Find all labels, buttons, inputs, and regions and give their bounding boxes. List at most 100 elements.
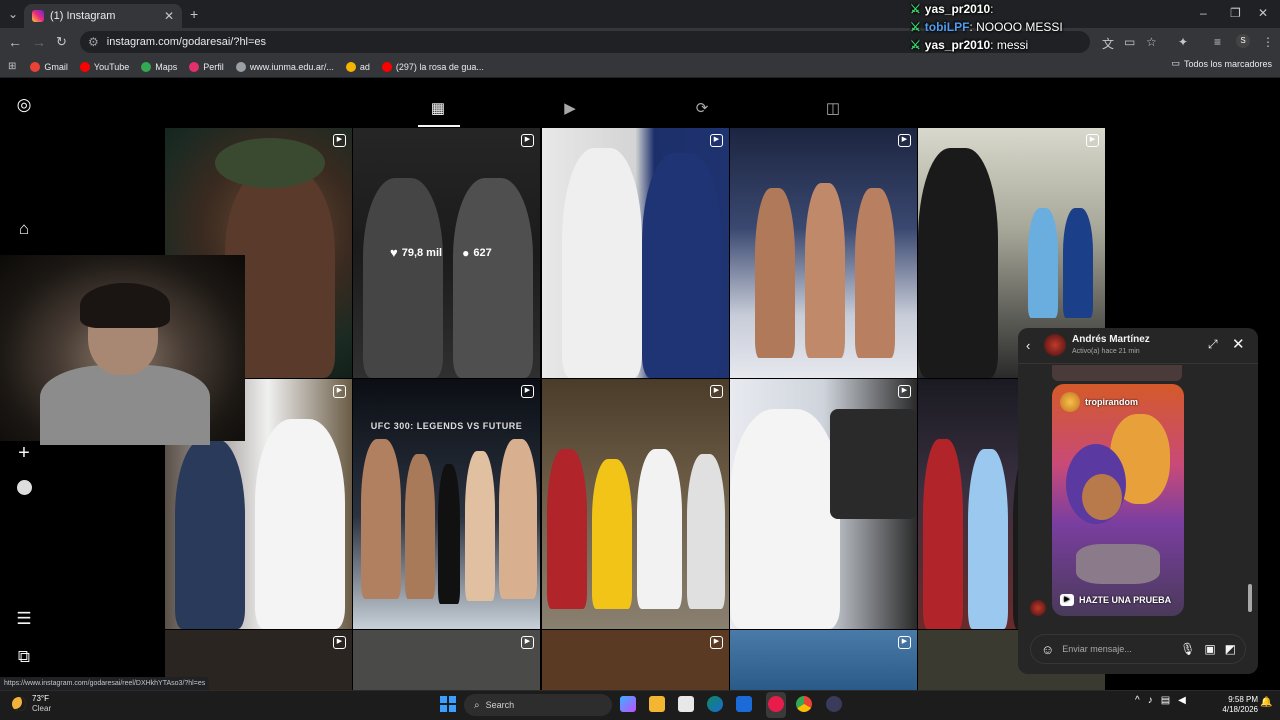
more-menu-icon[interactable]: ☰ — [14, 609, 34, 629]
dm-scrollbar[interactable] — [1246, 370, 1252, 620]
emoji-icon[interactable]: ☺ — [1041, 642, 1054, 657]
new-tab-icon[interactable]: + — [190, 6, 198, 22]
dm-contact-name[interactable]: Andrés Martínez — [1072, 334, 1150, 345]
dm-scrollbar-thumb[interactable] — [1248, 584, 1252, 612]
browser-tab-instagram[interactable]: (1) Instagram ✕ — [24, 4, 182, 28]
all-bookmarks-folder[interactable]: ▭ Todos los marcadores — [1171, 58, 1272, 69]
forward-icon[interactable]: → — [32, 34, 46, 50]
volume-icon[interactable]: ◀ — [1178, 695, 1186, 706]
heart-icon: ♥ — [390, 245, 398, 260]
message-input[interactable]: ☺ Enviar mensaje... 🎙 ▣ ◩ — [1030, 634, 1246, 664]
home-icon[interactable]: ⌂ — [14, 219, 34, 239]
back-chevron-icon[interactable]: ‹ — [1026, 338, 1030, 353]
bookmark-label: Maps — [155, 61, 178, 72]
search-icon: ⌕ — [474, 699, 480, 711]
maps-icon — [141, 61, 152, 72]
bookmarks-bar: ⊞ Gmail YouTube Maps Perfil www.iunma.ed… — [0, 56, 1280, 78]
reload-icon[interactable]: ↻ — [56, 34, 67, 50]
instagram-icon — [189, 61, 200, 72]
bookmark-label: (297) la rosa de gua... — [395, 61, 484, 72]
bookmark-gmail[interactable]: Gmail — [30, 61, 68, 72]
chat-user: yas_pr2010 — [924, 2, 991, 16]
tab-close-icon[interactable]: ✕ — [164, 9, 174, 23]
also-from-meta-icon[interactable]: ⧉ — [14, 647, 34, 667]
previous-message-card[interactable] — [1052, 365, 1182, 381]
bookmark-label: www.iunma.edu.ar/... — [249, 61, 334, 72]
reel-icon: ▶ — [521, 636, 534, 649]
file-explorer-icon[interactable] — [649, 696, 665, 712]
microphone-icon[interactable]: 🎙 — [1180, 642, 1195, 656]
weather-widget[interactable]: 73°F Clear — [12, 694, 51, 714]
grid-post[interactable]: ▶ — [730, 128, 917, 378]
obs-icon[interactable] — [826, 696, 842, 712]
window-close-icon[interactable]: ✕ — [1258, 6, 1268, 20]
extensions-icon[interactable]: ✦ — [1178, 35, 1188, 49]
bookmark-star-icon[interactable]: ☆ — [1146, 35, 1157, 49]
media-icon[interactable]: ≡ — [1214, 35, 1221, 49]
shared-username: tropirandom — [1085, 397, 1138, 407]
microphone-tray-icon[interactable]: ♪ — [1148, 695, 1153, 706]
start-button[interactable] — [440, 696, 456, 712]
store-icon[interactable] — [678, 696, 694, 712]
dm-avatar[interactable] — [1044, 334, 1066, 356]
network-icon[interactable]: ▤ — [1161, 695, 1170, 706]
reposts-icon[interactable]: ⟳ — [693, 100, 711, 118]
menu-icon[interactable]: ⋮ — [1262, 35, 1274, 49]
opera-icon[interactable] — [768, 696, 784, 712]
sender-avatar — [1030, 600, 1046, 616]
grid-post[interactable]: ▶ — [353, 630, 540, 691]
bookmark-iunma[interactable]: www.iunma.edu.ar/... — [235, 61, 334, 72]
close-icon[interactable]: ✕ — [1232, 335, 1245, 353]
mail-icon[interactable] — [736, 696, 752, 712]
grid-post[interactable]: UFC 300: LEGENDS VS FUTURE ▶ — [353, 379, 540, 629]
clock[interactable]: 9:58 PM 4/18/2026 — [1218, 695, 1258, 715]
bookmark-youtube[interactable]: YouTube — [79, 61, 129, 72]
ad-icon — [345, 61, 356, 72]
bookmark-rosa[interactable]: (297) la rosa de gua... — [381, 61, 484, 72]
reel-icon: ▶ — [333, 385, 346, 398]
reel-icon: ▶ — [710, 636, 723, 649]
minimize-icon[interactable]: – — [1200, 6, 1207, 20]
message-placeholder: Enviar mensaje... — [1062, 644, 1132, 654]
dm-active-status: Activo(a) hace 21 min — [1072, 348, 1140, 355]
shared-reel-card[interactable] — [1052, 384, 1184, 616]
grid-post[interactable]: ▶ — [730, 630, 917, 691]
tab-search-icon[interactable]: ⌄ — [8, 7, 18, 21]
back-icon[interactable]: ← — [8, 34, 22, 50]
chrome-icon[interactable] — [796, 696, 812, 712]
globe-icon — [235, 61, 246, 72]
copilot-icon[interactable] — [620, 696, 636, 712]
grid-post[interactable]: ▶ — [730, 379, 917, 629]
notification-icon[interactable]: 🔔 — [1260, 697, 1272, 708]
instagram-logo-icon[interactable]: ◎ — [14, 95, 34, 115]
bookmark-perfil[interactable]: Perfil — [189, 61, 224, 72]
bookmark-ad[interactable]: ad — [345, 61, 370, 72]
sword-icon: ⚔ — [910, 2, 921, 16]
taskbar-search[interactable]: ⌕ Search — [464, 694, 612, 716]
profile-icon[interactable] — [14, 480, 34, 500]
expand-icon[interactable]: ⤢ — [1208, 337, 1218, 352]
bookmark-maps[interactable]: Maps — [141, 61, 178, 72]
grid-post[interactable]: ▶ — [542, 379, 729, 629]
edge-icon[interactable] — [707, 696, 723, 712]
apps-grid-icon[interactable]: ⊞ — [8, 61, 16, 72]
cast-icon[interactable]: ▭ — [1124, 35, 1135, 49]
moon-icon — [12, 697, 26, 711]
instagram-favicon-icon — [32, 10, 44, 22]
sticker-icon[interactable]: ◩ — [1225, 642, 1236, 656]
maximize-icon[interactable]: ❐ — [1230, 6, 1241, 20]
site-info-icon[interactable]: ⚙ — [88, 35, 99, 49]
likes-count: 79,8 mil — [401, 246, 443, 259]
chat-line: ⚔ yas_pr2010: messi — [910, 36, 1110, 54]
profile-avatar-icon[interactable]: S — [1236, 34, 1250, 48]
grid-post[interactable]: ▶ — [542, 630, 729, 691]
tagged-icon[interactable]: ◫ — [824, 100, 842, 118]
create-icon[interactable]: + — [14, 443, 34, 463]
reel-icon: ▶ — [710, 385, 723, 398]
grid-post[interactable]: ▶ — [542, 128, 729, 378]
posts-grid-icon[interactable]: ▦ — [429, 100, 447, 118]
image-icon[interactable]: ▣ — [1204, 642, 1215, 656]
reel-icon: ▶ — [898, 385, 911, 398]
reels-icon[interactable]: ▶ — [561, 100, 579, 118]
chevron-up-icon[interactable]: ^ — [1135, 695, 1140, 706]
